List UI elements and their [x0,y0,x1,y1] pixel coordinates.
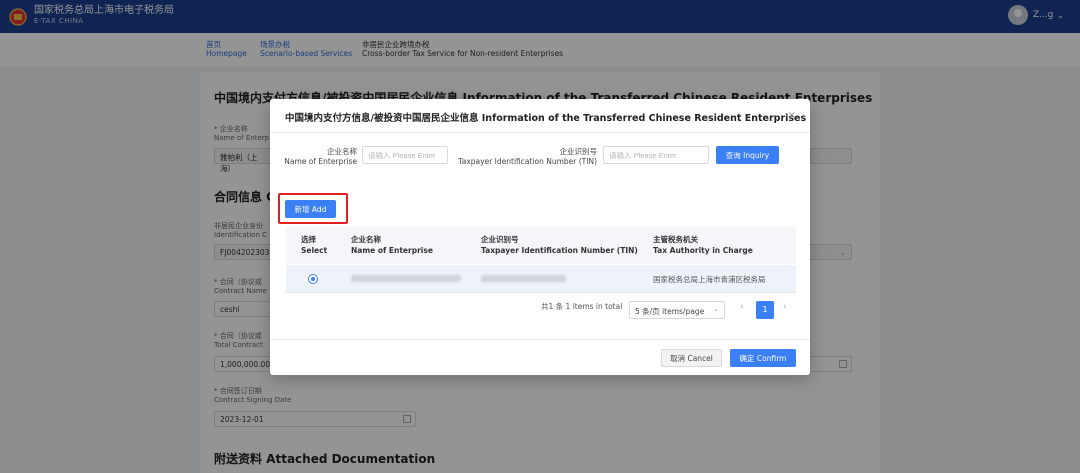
column-header-tin: 企业识别号 Taxpayer Identification Number (TIN… [481,235,638,255]
table-header: 选择 Select 企业名称 Name of Enterprise 企业识别号 Tax… [286,227,796,264]
inquiry-button[interactable]: 查询 Inquiry [716,146,779,164]
cancel-button[interactable]: 取消 Cancel [661,349,722,367]
row-select-radio[interactable] [308,274,318,284]
prev-page-icon[interactable]: ‹ [740,302,744,312]
column-header-name: 企业名称 Name of Enterprise [351,235,433,255]
page-number-current[interactable]: 1 [756,301,774,319]
table-row[interactable]: 国家税务总局上海市青浦区税务局 [286,265,796,293]
divider [270,339,810,340]
close-icon[interactable]: × [788,110,796,121]
enterprise-name-redacted [351,275,461,282]
name-label: 企业名称 Name of Enterprise [284,147,357,166]
add-button-highlight [278,193,348,224]
tin-input[interactable] [603,146,709,164]
tin-label: 企业识别号 Taxpayer Identification Number (TI… [458,147,597,166]
dialog-title: 中国境内支付方信息/被投资中国居民企业信息 Information of the… [285,113,807,124]
confirm-button[interactable]: 确定 Confirm [730,349,796,367]
pagination-total: 共1 条 1 items in total [541,302,623,311]
enterprise-name-input[interactable] [362,146,448,164]
chevron-down-icon: ⌄ [713,305,719,313]
column-header-select: 选择 Select [301,235,328,255]
page-size-select[interactable]: 5 条/页 items/page ⌄ [629,301,725,319]
tax-authority-cell: 国家税务总局上海市青浦区税务局 [653,275,766,284]
tin-redacted [481,275,566,282]
column-header-authority: 主管税务机关 Tax Authority in Charge [653,235,753,255]
next-page-icon[interactable]: › [783,302,787,312]
divider [270,132,810,133]
